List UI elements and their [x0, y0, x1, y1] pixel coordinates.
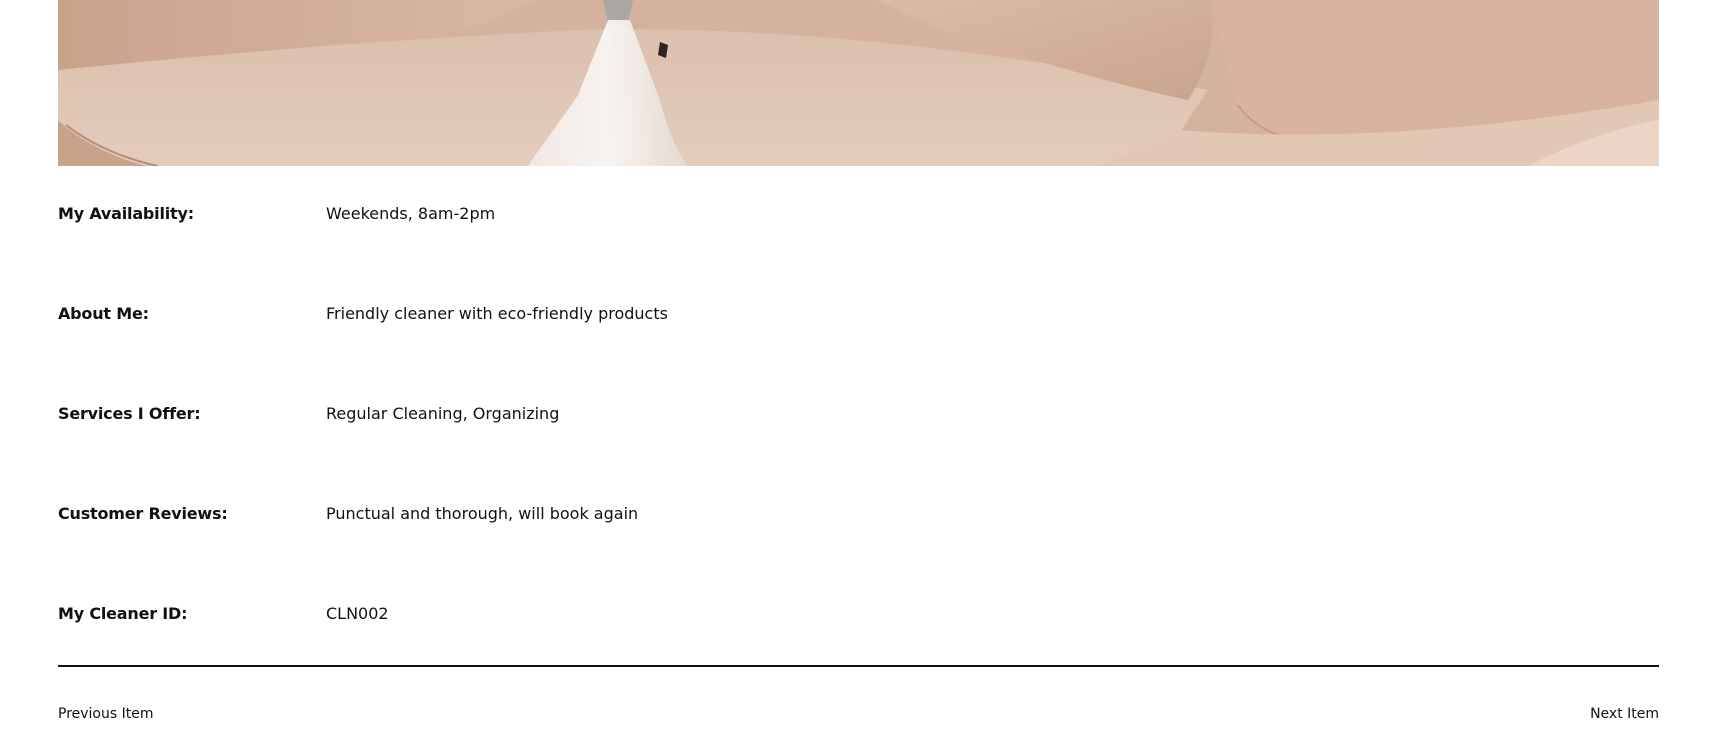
- reviews-label: Customer Reviews:: [58, 504, 228, 523]
- detail-row-availability: My Availability: Weekends, 8am-2pm: [58, 204, 1659, 228]
- sofa-cleaning-illustration: [58, 0, 1659, 166]
- about-label: About Me:: [58, 304, 149, 323]
- about-value: Friendly cleaner with eco-friendly produ…: [326, 304, 668, 323]
- detail-row-reviews: Customer Reviews: Punctual and thorough,…: [58, 504, 1659, 528]
- cleaner-id-value: CLN002: [326, 604, 389, 623]
- section-divider: [58, 665, 1659, 667]
- reviews-value: Punctual and thorough, will book again: [326, 504, 639, 523]
- services-label: Services I Offer:: [58, 404, 201, 423]
- next-item-link[interactable]: Next Item: [1590, 706, 1659, 722]
- availability-label: My Availability:: [58, 204, 194, 223]
- availability-value: Weekends, 8am-2pm: [326, 204, 496, 223]
- previous-item-link[interactable]: Previous Item: [58, 706, 153, 722]
- detail-row-cleaner-id: My Cleaner ID: CLN002: [58, 604, 1659, 628]
- cleaner-id-label: My Cleaner ID:: [58, 604, 188, 623]
- services-value: Regular Cleaning, Organizing: [326, 404, 560, 423]
- detail-row-about: About Me: Friendly cleaner with eco-frie…: [58, 304, 1659, 328]
- detail-row-services: Services I Offer: Regular Cleaning, Orga…: [58, 404, 1659, 428]
- hero-image: [58, 0, 1659, 166]
